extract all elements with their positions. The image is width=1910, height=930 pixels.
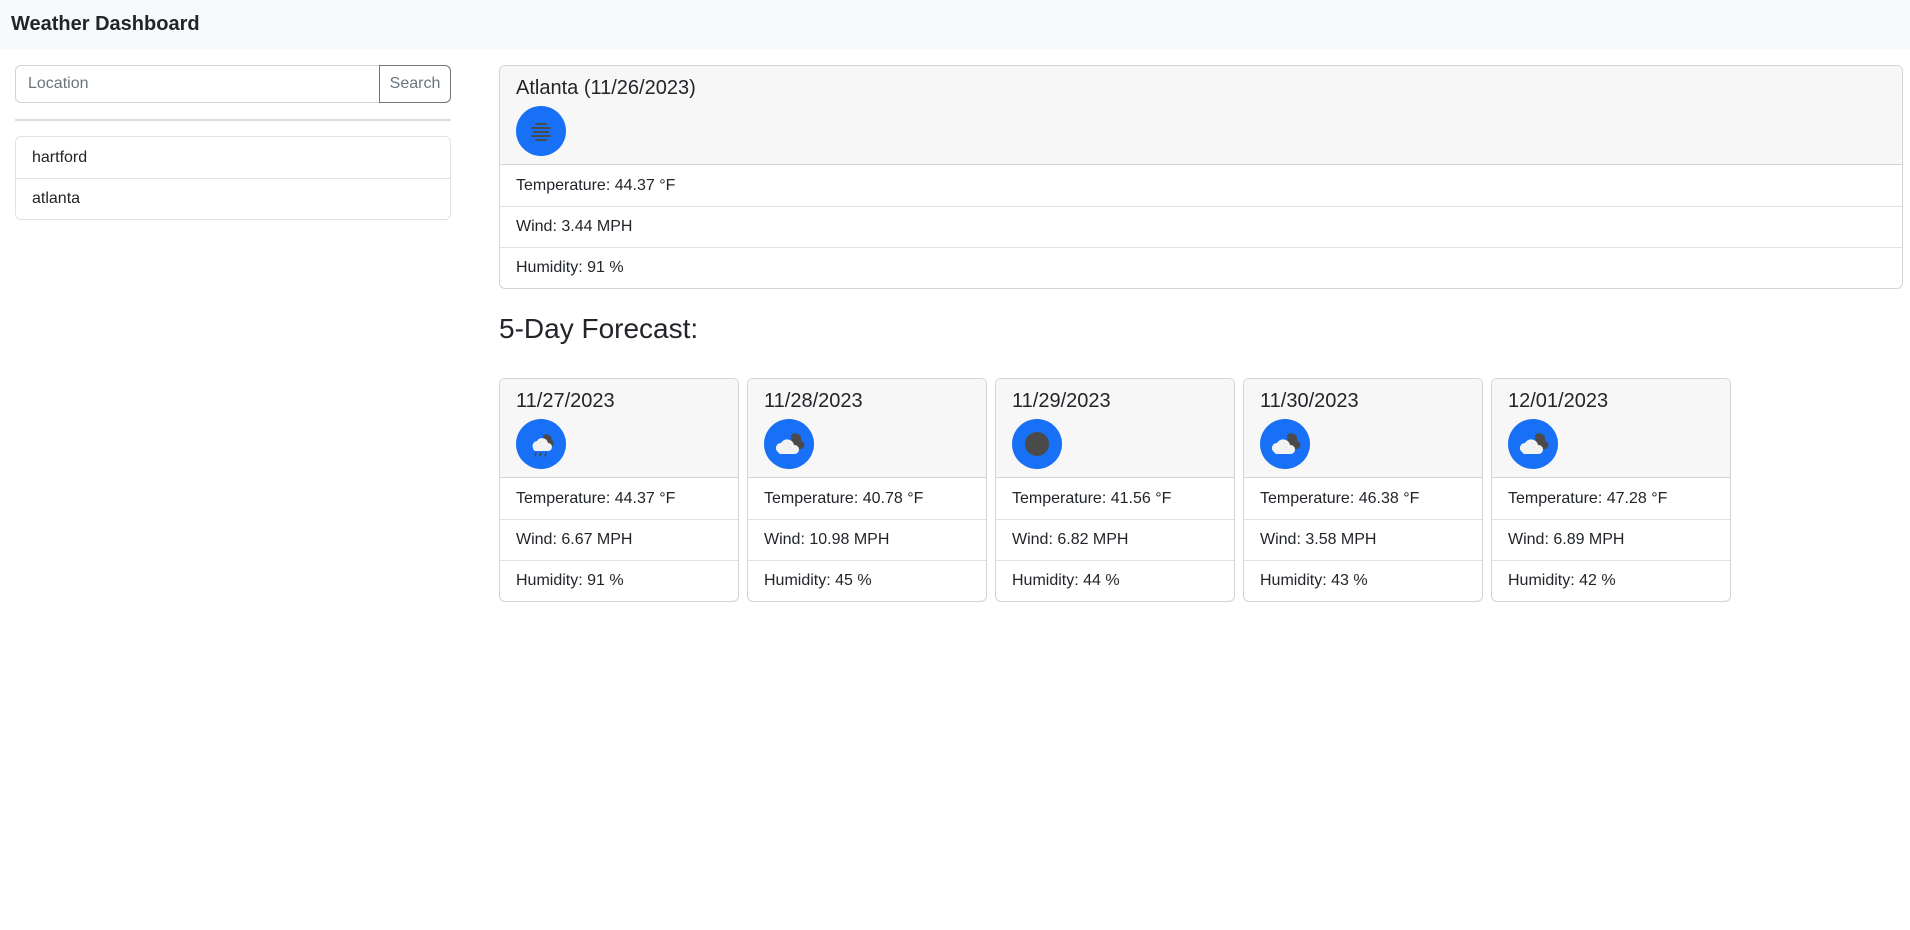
forecast-card: 11/28/2023 Temperature: 40.78 °F Wind: 1…	[747, 378, 987, 602]
forecast-card-header: 12/01/2023	[1492, 379, 1730, 478]
current-weather-header: Atlanta (11/26/2023)	[500, 66, 1902, 165]
forecast-wind: Wind: 6.89 MPH	[1492, 519, 1730, 560]
divider	[15, 119, 451, 121]
search-history-list: hartford atlanta	[15, 136, 451, 220]
forecast-heading: 5-Day Forecast:	[499, 313, 699, 344]
mist-icon	[516, 106, 566, 156]
forecast-card: 11/30/2023 Temperature: 46.38 °F Wind: 3…	[1243, 378, 1483, 602]
current-humidity: Humidity: 91 %	[500, 247, 1902, 288]
forecast-card-header: 11/29/2023	[996, 379, 1234, 478]
forecast-card: 12/01/2023 Temperature: 47.28 °F Wind: 6…	[1491, 378, 1731, 602]
forecast-date: 12/01/2023	[1508, 390, 1609, 412]
forecast-wind: Wind: 6.82 MPH	[996, 519, 1234, 560]
forecast-date: 11/29/2023	[1012, 390, 1111, 412]
broken-clouds-icon	[1508, 419, 1558, 469]
forecast-row: 11/27/2023 Temperature: 44.37 °F Wind: 6…	[499, 378, 1731, 602]
app-title: Weather Dashboard	[11, 13, 200, 35]
history-item-hartford[interactable]: hartford	[16, 137, 450, 178]
forecast-card-header: 11/30/2023	[1244, 379, 1482, 478]
broken-clouds-icon	[764, 419, 814, 469]
navbar: Weather Dashboard	[0, 0, 1910, 49]
search-group: Search	[15, 65, 451, 103]
forecast-wind: Wind: 10.98 MPH	[748, 519, 986, 560]
forecast-temperature: Temperature: 41.56 °F	[1012, 489, 1172, 507]
forecast-card-header: 11/28/2023	[748, 379, 986, 478]
forecast-wind: Wind: 3.58 MPH	[1244, 519, 1482, 560]
forecast-temperature: Temperature: 46.38 °F	[1260, 489, 1420, 507]
forecast-humidity: Humidity: 91 %	[500, 560, 738, 601]
forecast-humidity: Humidity: 42 %	[1492, 560, 1730, 601]
current-wind: Wind: 3.44 MPH	[500, 206, 1902, 247]
forecast-card: 11/29/2023 Temperature: 41.56 °F Wind: 6…	[995, 378, 1235, 602]
current-temperature: Temperature: 44.37 °F	[516, 176, 676, 194]
forecast-card: 11/27/2023 Temperature: 44.37 °F Wind: 6…	[499, 378, 739, 602]
location-search-input[interactable]	[15, 65, 379, 103]
forecast-date: 11/28/2023	[764, 390, 863, 412]
forecast-temperature: Temperature: 44.37 °F	[516, 489, 676, 507]
forecast-card-header: 11/27/2023	[500, 379, 738, 478]
search-button[interactable]: Search	[379, 65, 451, 103]
forecast-temperature: Temperature: 47.28 °F	[1508, 489, 1668, 507]
forecast-humidity: Humidity: 43 %	[1244, 560, 1482, 601]
broken-clouds-icon	[1260, 419, 1310, 469]
forecast-wind: Wind: 6.67 MPH	[500, 519, 738, 560]
rain-cloud-icon	[516, 419, 566, 469]
history-item-atlanta[interactable]: atlanta	[16, 178, 450, 219]
current-city-title: Atlanta (11/26/2023)	[516, 77, 696, 99]
forecast-date: 11/27/2023	[516, 390, 615, 412]
forecast-humidity: Humidity: 44 %	[996, 560, 1234, 601]
current-weather-card: Atlanta (11/26/2023) Temperature: 44.37 …	[499, 65, 1903, 289]
overcast-icon	[1012, 419, 1062, 469]
sidebar: Search hartford atlanta	[15, 65, 451, 220]
forecast-date: 11/30/2023	[1260, 390, 1359, 412]
forecast-temperature: Temperature: 40.78 °F	[764, 489, 924, 507]
forecast-humidity: Humidity: 45 %	[748, 560, 986, 601]
